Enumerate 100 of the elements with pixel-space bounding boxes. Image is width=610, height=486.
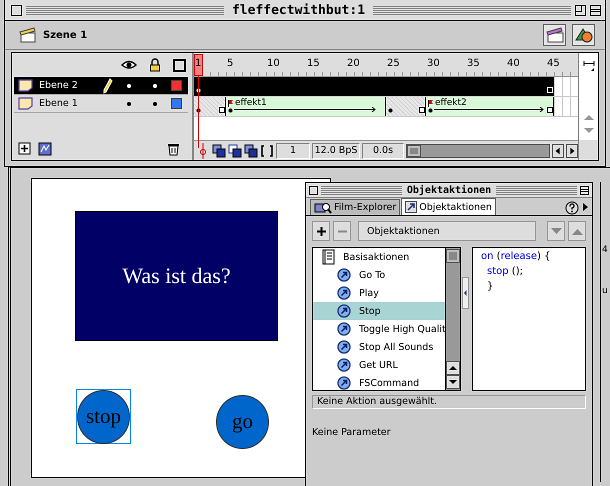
frame-number: 45	[547, 58, 560, 69]
move-down-button[interactable]	[547, 221, 565, 241]
close-box-icon[interactable]	[309, 186, 318, 194]
zoom-box-icon[interactable]	[575, 4, 586, 16]
scroll-thumb-icon[interactable]	[446, 249, 460, 263]
frame-view-menu-icon[interactable]	[582, 59, 596, 73]
help-icon[interactable]	[565, 201, 579, 215]
scroll-right-icon[interactable]	[566, 144, 578, 158]
book-icon	[321, 249, 335, 265]
elapsed-time: 0.0s	[362, 142, 404, 158]
code-line: }	[486, 281, 494, 294]
onion-outline-icon[interactable]	[228, 144, 242, 158]
round-button[interactable]: stop	[77, 390, 130, 444]
dot-icon	[127, 84, 131, 88]
close-box-icon[interactable]	[11, 4, 22, 16]
frame-rate: 12.0 BpS	[312, 142, 360, 158]
dot-icon	[127, 102, 131, 106]
plus-icon	[316, 226, 326, 236]
dot-icon	[153, 84, 157, 88]
shapes-icon	[574, 26, 594, 44]
vertical-scrollbar[interactable]	[445, 247, 461, 391]
trash-icon[interactable]	[167, 142, 180, 156]
layer-color-swatch[interactable]	[171, 98, 182, 109]
layer-row[interactable]: Ebene 1	[14, 95, 188, 113]
layer-color-swatch[interactable]	[171, 80, 182, 91]
splitter-handle-icon[interactable]	[462, 277, 469, 309]
edit-multiple-icon[interactable]	[244, 144, 258, 158]
action-item[interactable]: Go To	[313, 266, 445, 284]
script-editor[interactable]: on (release) { stop (); }	[472, 247, 586, 391]
onion-skin-icon[interactable]	[212, 144, 226, 158]
horizontal-scrollbar[interactable]	[406, 144, 550, 158]
action-item[interactable]: FSCommand	[313, 374, 445, 390]
eye-icon[interactable]	[121, 59, 137, 71]
add-action-button[interactable]	[312, 221, 330, 241]
headline-text: Was ist das?	[122, 263, 231, 289]
action-item[interactable]: Play	[313, 284, 445, 302]
flag-icon	[428, 100, 433, 107]
tween-arrow-icon	[234, 107, 376, 112]
add-layer-icon[interactable]	[18, 142, 32, 156]
edit-scene-button[interactable]	[543, 24, 566, 46]
arrow-icon	[405, 201, 418, 213]
motion-tween-span[interactable]: effekt1	[226, 97, 386, 116]
down-arrow-icon	[550, 228, 562, 234]
frame-label: effekt2	[435, 98, 467, 108]
playhead-icon[interactable]	[194, 54, 203, 76]
layer-icon	[18, 97, 33, 110]
frame-number: 15	[307, 58, 320, 69]
outline-square-icon[interactable]	[173, 58, 186, 72]
action-dropdown[interactable]: Objektaktionen	[358, 221, 536, 241]
magnifier-icon	[314, 202, 332, 214]
keyframe-icon	[228, 108, 232, 113]
keyframe-icon	[388, 108, 392, 113]
end-frame-icon	[219, 107, 225, 113]
panel-tab[interactable]: Film-Explorer	[310, 199, 400, 215]
action-item[interactable]: Get URL	[313, 356, 445, 374]
scroll-up-icon[interactable]	[446, 361, 460, 375]
layer-icon	[18, 79, 33, 92]
action-item[interactable]: Stop	[313, 302, 445, 320]
scroll-down-icon[interactable]	[446, 375, 460, 389]
frame-number: 20	[347, 58, 360, 69]
parameters-text: Keine Parameter	[312, 427, 392, 438]
frame-number: 10	[267, 58, 280, 69]
move-up-button[interactable]	[568, 221, 586, 241]
partial-text: 4	[602, 245, 608, 255]
frame-number: 5	[227, 58, 234, 69]
keyframe-span[interactable]	[386, 97, 426, 116]
round-button[interactable]: go	[216, 394, 269, 448]
frame-number: 1	[195, 58, 202, 69]
add-guide-layer-icon[interactable]	[38, 142, 52, 156]
motion-tween-span[interactable]: effekt2	[426, 97, 554, 116]
dot-icon	[153, 102, 157, 106]
clapperboard-icon	[19, 27, 37, 43]
layer-name: Ebene 2	[39, 80, 78, 91]
pencil-icon	[103, 78, 113, 94]
keyframe-icon	[428, 108, 432, 113]
tween-arrow-icon	[434, 107, 544, 112]
panel-title: Objektaktionen	[406, 184, 492, 196]
edit-symbol-button[interactable]	[572, 24, 595, 46]
window-title: fleffectwithbut:1	[230, 2, 366, 18]
onion-markers-icon[interactable]	[260, 144, 274, 158]
scroll-left-icon[interactable]	[552, 144, 564, 158]
scroll-thumb-icon[interactable]	[407, 144, 421, 156]
end-frame-icon	[419, 107, 425, 113]
collapse-box-icon[interactable]	[580, 186, 590, 194]
frame-number: 25	[387, 58, 400, 69]
partial-text: u	[602, 286, 608, 296]
code-line: on (release) {	[481, 251, 550, 264]
layer-name: Ebene 1	[39, 98, 78, 109]
layer-row[interactable]: Ebene 2	[14, 77, 188, 95]
panel-tab[interactable]: Objektaktionen	[401, 198, 496, 215]
end-frame-icon	[547, 87, 553, 93]
frame-number: 30	[427, 58, 440, 69]
action-item[interactable]: Stop All Sounds	[313, 338, 445, 356]
playhead-line	[198, 76, 199, 148]
frame-number: 35	[467, 58, 480, 69]
collapse-box-icon[interactable]	[590, 4, 601, 16]
keyframe-span[interactable]	[194, 97, 226, 116]
code-line: stop ();	[486, 266, 523, 279]
category-label[interactable]: Basisaktionen	[343, 252, 410, 262]
padlock-icon[interactable]	[149, 58, 161, 72]
